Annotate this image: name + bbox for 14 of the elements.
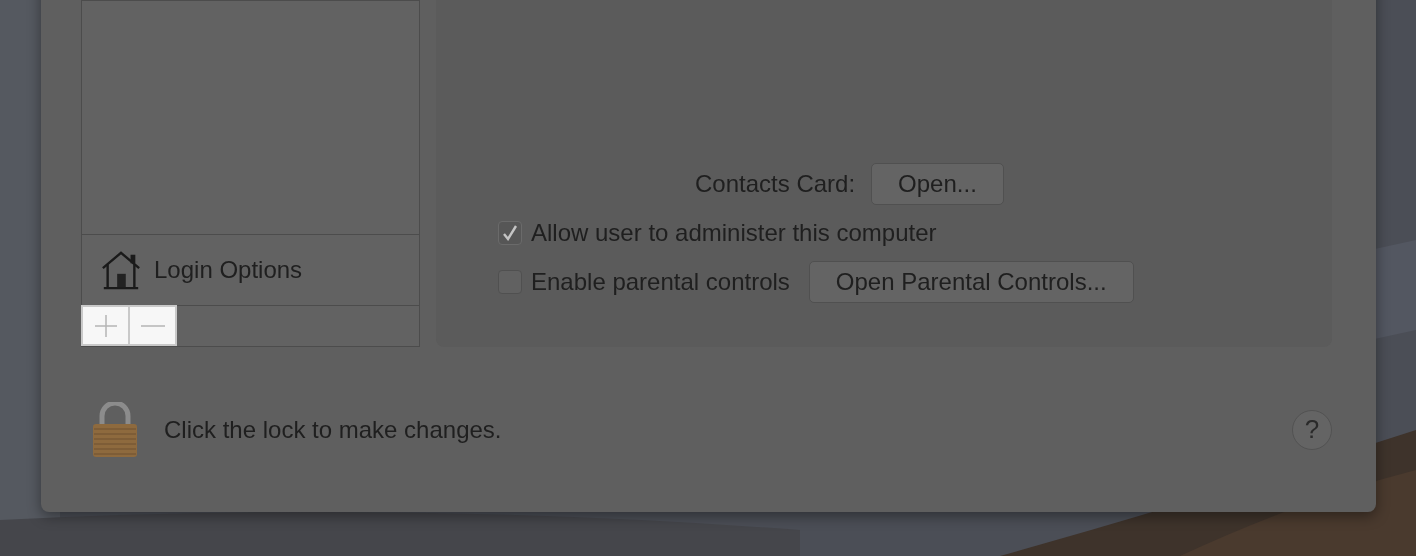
padlock-icon[interactable] [92,401,138,458]
add-button[interactable] [81,305,130,346]
remove-button[interactable] [128,305,177,346]
minus-icon [140,323,165,328]
open-parental-controls-button[interactable]: Open Parental Controls... [808,261,1134,303]
plus-icon [93,313,118,338]
checkbox-label: Enable parental controls [531,268,790,296]
contacts-card-label: Contacts Card: [695,170,856,198]
house-icon [100,249,142,291]
help-button[interactable]: ? [1292,409,1332,450]
open-button[interactable]: Open... [871,163,1004,205]
checkbox-label: Allow user to administer this computer [531,219,937,247]
check-icon [502,225,518,241]
lock-message: Click the lock to make changes. [164,415,503,444]
